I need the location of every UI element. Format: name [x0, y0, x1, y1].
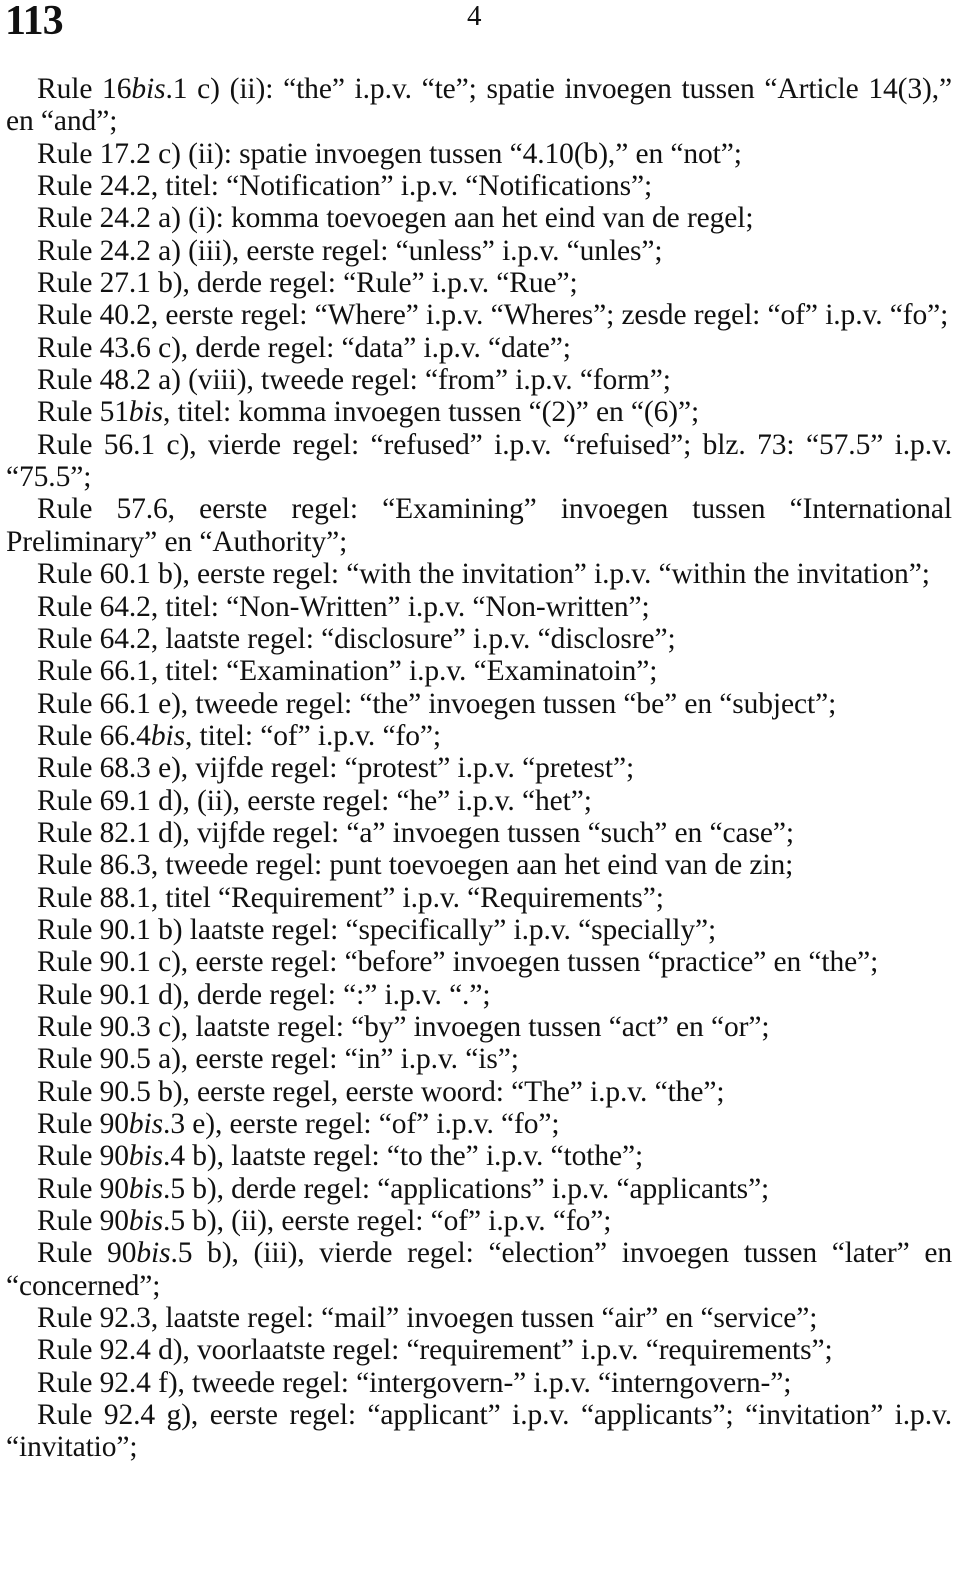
errata-rule-text: Rule 92.3, laatste regel: “mail” invoege…: [37, 1302, 818, 1335]
errata-bis-suffix: bis: [128, 1140, 164, 1173]
errata-item: Rule 90.3 c), laatste regel: “by” invoeg…: [6, 1011, 952, 1043]
errata-rule-text: Rule 64.2, laatste regel: “disclosure” i…: [37, 622, 676, 655]
errata-item: Rule 86.3, tweede regel: punt toevoegen …: [6, 849, 952, 881]
document-number: 113: [5, 0, 64, 44]
errata-rule-text: Rule 88.1, titel “Requirement” i.p.v. “R…: [37, 881, 664, 914]
errata-rule-tail: .4 b), laatste regel: “to the” i.p.v. “t…: [163, 1140, 644, 1173]
errata-item: Rule 92.4 d), voorlaatste regel: “requir…: [6, 1334, 952, 1366]
errata-rule-text: Rule 60.1 b), eerste regel: “with the in…: [37, 558, 930, 591]
errata-item: Rule 27.1 b), derde regel: “Rule” i.p.v.…: [6, 267, 952, 299]
errata-rule-tail: , titel: “of” i.p.v. “fo”;: [184, 719, 441, 752]
errata-rule-text: Rule 24.2, titel: “Notification” i.p.v. …: [37, 170, 653, 203]
errata-rule-text: Rule 90: [37, 1108, 129, 1140]
errata-item: Rule 92.3, laatste regel: “mail” invoege…: [6, 1302, 952, 1334]
errata-rule-text: Rule 64.2, titel: “Non-Written” i.p.v. “…: [37, 590, 650, 623]
errata-rule-text: Rule 90.1 c), eerste regel: “before” inv…: [37, 946, 879, 979]
errata-rule-text: Rule 27.1 b), derde regel: “Rule” i.p.v.…: [37, 267, 578, 300]
errata-item: Rule 66.1, titel: “Examination” i.p.v. “…: [6, 655, 952, 687]
errata-item: Rule 90bis.4 b), laatste regel: “to the”…: [6, 1140, 952, 1172]
page-number: 4: [467, 0, 482, 32]
errata-bis-suffix: bis: [128, 1205, 164, 1238]
errata-item: Rule 90.1 b) laatste regel: “specificall…: [6, 914, 952, 946]
errata-rule-text: Rule 90.1 d), derde regel: “:” i.p.v. “.…: [37, 978, 491, 1011]
errata-rule-text: Rule 90: [37, 1237, 137, 1270]
errata-item: Rule 90bis.5 b), (iii), vierde regel: “e…: [6, 1237, 952, 1302]
errata-item: Rule 24.2 a) (iii), eerste regel: “unles…: [6, 235, 952, 267]
errata-rule-text: Rule 92.4 g), eerste regel: “applicant” …: [6, 1399, 952, 1464]
errata-bis-suffix: bis: [128, 1172, 164, 1205]
errata-item: Rule 16bis.1 c) (ii): “the” i.p.v. “te”;…: [6, 73, 952, 138]
errata-item: Rule 90.1 c), eerste regel: “before” inv…: [6, 946, 952, 978]
errata-rule-text: Rule 57.6, eerste regel: “Examining” inv…: [6, 493, 952, 558]
errata-rule-text: Rule 92.4 f), tweede regel: “intergovern…: [37, 1366, 792, 1399]
errata-rule-text: Rule 66.4: [37, 719, 151, 752]
errata-rule-text: Rule 82.1 d), vijfde regel: “a” invoegen…: [37, 816, 794, 849]
errata-item: Rule 64.2, laatste regel: “disclosure” i…: [6, 623, 952, 655]
errata-item: Rule 90bis.3 e), eerste regel: “of” i.p.…: [6, 1108, 952, 1140]
errata-item: Rule 66.1 e), tweede regel: “the” invoeg…: [6, 688, 952, 720]
errata-item: Rule 66.4bis, titel: “of” i.p.v. “fo”;: [6, 720, 952, 752]
errata-rule-text: Rule 51: [37, 396, 129, 429]
errata-item: Rule 40.2, eerste regel: “Where” i.p.v. …: [6, 299, 952, 331]
errata-item: Rule 90.5 b), eerste regel, eerste woord…: [6, 1076, 952, 1108]
errata-bis-suffix: bis: [136, 1237, 171, 1270]
errata-item: Rule 43.6 c), derde regel: “data” i.p.v.…: [6, 332, 952, 364]
errata-item: Rule 51bis, titel: komma invoegen tussen…: [6, 396, 952, 428]
errata-rule-text: Rule 90: [37, 1205, 129, 1238]
errata-item: Rule 90.5 a), eerste regel: “in” i.p.v. …: [6, 1043, 952, 1075]
errata-item: Rule 57.6, eerste regel: “Examining” inv…: [6, 493, 952, 558]
errata-rule-tail: .3 e), eerste regel: “of” i.p.v. “fo”;: [163, 1108, 560, 1140]
errata-rule-text: Rule 56.1 c), vierde regel: “refused” i.…: [6, 428, 952, 494]
errata-rule-text: Rule 90.5 b), eerste regel, eerste woord…: [37, 1075, 725, 1108]
errata-item: Rule 64.2, titel: “Non-Written” i.p.v. “…: [6, 591, 952, 623]
errata-rule-tail: .5 b), derde regel: “applications” i.p.v…: [163, 1172, 770, 1205]
errata-item: Rule 69.1 d), (ii), eerste regel: “he” i…: [6, 785, 952, 817]
errata-bis-suffix: bis: [131, 73, 166, 105]
errata-item: Rule 92.4 g), eerste regel: “applicant” …: [6, 1399, 952, 1464]
errata-item: Rule 90bis.5 b), (ii), eerste regel: “of…: [6, 1205, 952, 1237]
errata-bis-suffix: bis: [150, 719, 185, 752]
errata-item: Rule 92.4 f), tweede regel: “intergovern…: [6, 1367, 952, 1399]
errata-item: Rule 88.1, titel “Requirement” i.p.v. “R…: [6, 882, 952, 914]
errata-item: Rule 82.1 d), vijfde regel: “a” invoegen…: [6, 817, 952, 849]
errata-item: Rule 60.1 b), eerste regel: “with the in…: [6, 558, 952, 590]
errata-bis-suffix: bis: [128, 1108, 164, 1140]
errata-rule-text: Rule 69.1 d), (ii), eerste regel: “he” i…: [37, 784, 592, 817]
errata-item: Rule 24.2, titel: “Notification” i.p.v. …: [6, 170, 952, 202]
errata-item: Rule 68.3 e), vijfde regel: “protest” i.…: [6, 752, 952, 784]
errata-rule-text: Rule 43.6 c), derde regel: “data” i.p.v.…: [37, 331, 571, 364]
errata-item: Rule 17.2 c) (ii): spatie invoegen tusse…: [6, 138, 952, 170]
errata-rule-text: Rule 17.2 c) (ii): spatie invoegen tusse…: [37, 137, 742, 170]
errata-bis-suffix: bis: [128, 396, 164, 429]
errata-item: Rule 90.1 d), derde regel: “:” i.p.v. “.…: [6, 979, 952, 1011]
errata-list: Rule 16bis.1 c) (ii): “the” i.p.v. “te”;…: [6, 73, 952, 1464]
errata-rule-text: Rule 86.3, tweede regel: punt toevoegen …: [37, 849, 794, 882]
errata-rule-text: Rule 66.1 e), tweede regel: “the” invoeg…: [37, 687, 837, 720]
errata-rule-text: Rule 90.3 c), laatste regel: “by” invoeg…: [37, 1010, 770, 1043]
errata-item: Rule 24.2 a) (i): komma toevoegen aan he…: [6, 202, 952, 234]
errata-rule-text: Rule 68.3 e), vijfde regel: “protest” i.…: [37, 752, 635, 785]
errata-rule-text: Rule 48.2 a) (viii), tweede regel: “from…: [37, 364, 671, 397]
errata-rule-tail: .5 b), (ii), eerste regel: “of” i.p.v. “…: [163, 1205, 612, 1238]
errata-item: Rule 48.2 a) (viii), tweede regel: “from…: [6, 364, 952, 396]
errata-item: Rule 90bis.5 b), derde regel: “applicati…: [6, 1173, 952, 1205]
errata-rule-text: Rule 66.1, titel: “Examination” i.p.v. “…: [37, 655, 658, 688]
errata-rule-tail: , titel: komma invoegen tussen “(2)” en …: [163, 396, 700, 429]
page-header: 113 4: [0, 0, 960, 60]
errata-rule-text: Rule 90: [37, 1140, 129, 1173]
errata-item: Rule 56.1 c), vierde regel: “refused” i.…: [6, 429, 952, 494]
errata-rule-text: Rule 90: [37, 1172, 129, 1205]
errata-rule-text: Rule 92.4 d), voorlaatste regel: “requir…: [37, 1334, 833, 1367]
errata-rule-text: Rule 90.1 b) laatste regel: “specificall…: [37, 913, 717, 946]
errata-rule-text: Rule 16: [37, 73, 132, 105]
errata-rule-text: Rule 40.2, eerste regel: “Where” i.p.v. …: [37, 299, 949, 332]
errata-rule-text: Rule 24.2 a) (iii), eerste regel: “unles…: [37, 234, 663, 267]
errata-rule-text: Rule 90.5 a), eerste regel: “in” i.p.v. …: [37, 1043, 519, 1076]
errata-rule-text: Rule 24.2 a) (i): komma toevoegen aan he…: [37, 202, 754, 235]
